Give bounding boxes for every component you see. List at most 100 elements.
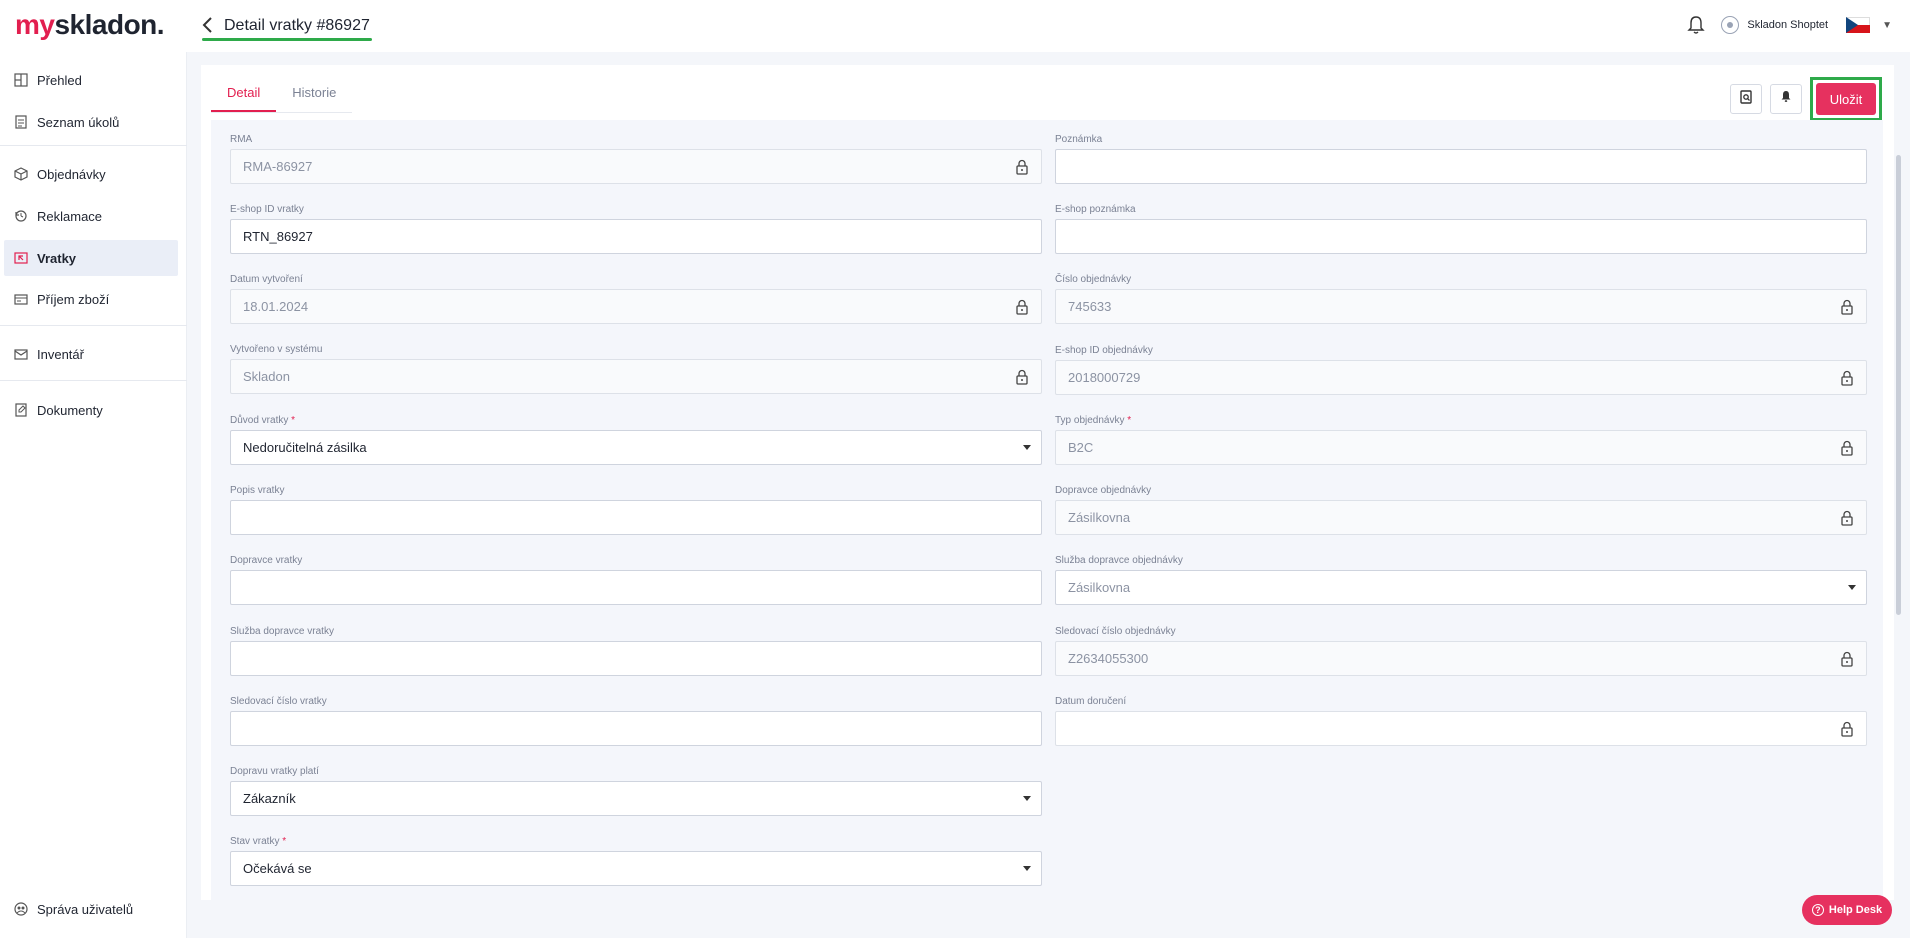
top-right-controls: Skladon Shoptet ▼	[1683, 12, 1892, 38]
datum-vytvoreni-input: 18.01.2024	[230, 289, 1042, 324]
sidebar-item-prijem-zbozi[interactable]: Příjem zboží	[4, 281, 178, 317]
back-arrow-icon[interactable]	[202, 15, 214, 37]
sidebar-item-dokumenty[interactable]: Dokumenty	[4, 392, 178, 428]
tab-detail[interactable]: Detail	[211, 77, 277, 112]
required-marker: *	[282, 836, 287, 847]
sidebar-item-vratky[interactable]: Vratky	[4, 240, 178, 276]
save-button[interactable]: Uložit	[1816, 83, 1876, 115]
sluzba-dopravce-vratky-input[interactable]	[230, 641, 1042, 676]
dropdown-arrow-icon	[1023, 866, 1031, 871]
user-name[interactable]: Skladon Shoptet	[1747, 19, 1828, 31]
page-header: Detail vratky #86927	[202, 12, 372, 41]
dashboard-icon	[14, 73, 28, 87]
eshop-id-vratky-input[interactable]: RTN_86927	[230, 219, 1042, 254]
notify-button[interactable]	[1770, 84, 1802, 114]
field-value: Zásilkovna	[1068, 510, 1131, 525]
sledovaci-cislo-vratky-input[interactable]	[230, 711, 1042, 746]
field-label: Stav vratky *	[230, 836, 1042, 848]
tabs: Detail Historie	[211, 77, 353, 113]
field-label-text: Typ objednávky	[1055, 415, 1125, 426]
field-value: B2C	[1068, 440, 1094, 455]
field-label: Poznámka	[1055, 134, 1103, 145]
preview-document-button[interactable]	[1730, 84, 1762, 114]
document-search-icon	[1739, 89, 1753, 109]
czech-flag-icon[interactable]	[1846, 17, 1871, 33]
field-value: Skladon	[243, 369, 290, 384]
lock-icon	[1840, 299, 1854, 315]
dropdown-arrow-icon	[1848, 585, 1856, 590]
field-value: 18.01.2024	[243, 299, 309, 314]
title-highlight	[202, 38, 372, 41]
return-icon	[14, 251, 28, 265]
field-label-text: Stav vratky	[230, 836, 280, 847]
stav-vratky-select[interactable]: Očekává se	[230, 851, 1042, 886]
field-label: Důvod vratky *	[230, 415, 1042, 427]
sidebar-item-label: Inventář	[37, 346, 84, 362]
sidebar-item-label: Příjem zboží	[37, 291, 110, 307]
field-value: Zákazník	[243, 791, 296, 806]
field-value: 2018000729	[1068, 370, 1141, 385]
lock-icon	[1840, 370, 1854, 386]
field-label: E-shop ID vratky	[230, 204, 304, 215]
field-label: Vytvořeno v systému	[230, 344, 323, 355]
popis-vratky-input[interactable]	[230, 500, 1042, 535]
datum-doruceni-input	[1055, 711, 1867, 746]
document-icon	[14, 403, 28, 417]
language-dropdown-icon[interactable]: ▼	[1882, 20, 1892, 31]
save-highlight: Uložit	[1810, 77, 1882, 121]
notification-bell-icon[interactable]	[1683, 12, 1709, 38]
field-duvod-vratky: Důvod vratky * Nedoručitelná zásilka	[230, 415, 1042, 465]
help-desk-button[interactable]: ? Help Desk	[1802, 895, 1892, 925]
logo-my: my	[15, 9, 55, 40]
return-form: RMA RMA-86927 E-shop ID vratky RTN_86927…	[211, 120, 1883, 900]
poznamka-input[interactable]	[1055, 149, 1867, 184]
sidebar: Přehled Seznam úkolů Objednávky Reklamac…	[0, 52, 187, 938]
field-label: Popis vratky	[230, 485, 285, 496]
field-label: Dopravce objednávky	[1055, 485, 1152, 496]
field-label: E-shop ID objednávky	[1055, 345, 1153, 356]
field-typ-objednavky: Typ objednávky * B2C	[1055, 415, 1867, 465]
sidebar-item-prehled[interactable]: Přehled	[4, 62, 178, 98]
sluzba-dopravce-objednavky-select[interactable]: Zásilkovna	[1055, 570, 1867, 605]
sidebar-item-inventar[interactable]: Inventář	[4, 336, 178, 372]
field-label: Dopravu vratky platí	[230, 766, 319, 777]
tab-historie[interactable]: Historie	[276, 77, 352, 112]
lock-icon	[1015, 159, 1029, 175]
required-marker: *	[291, 415, 296, 426]
sidebar-item-label: Správa uživatelů	[37, 901, 134, 917]
field-datum-vytvoreni: Datum vytvoření 18.01.2024	[230, 274, 1042, 324]
user-avatar-icon[interactable]	[1721, 16, 1740, 34]
logo[interactable]: myskladon.	[15, 9, 165, 41]
field-label: Služba dopravce vratky	[230, 626, 334, 637]
field-dopravce-vratky: Dopravce vratky	[230, 555, 1042, 605]
field-rma: RMA RMA-86927	[230, 134, 1042, 184]
sidebar-item-objednavky[interactable]: Objednávky	[4, 156, 178, 192]
sidebar-item-seznam-ukolu[interactable]: Seznam úkolů	[4, 104, 178, 140]
action-bar: Uložit	[1730, 77, 1882, 121]
field-label: E-shop poznámka	[1055, 204, 1136, 215]
eshop-poznamka-input[interactable]	[1055, 219, 1867, 254]
sidebar-divider	[0, 145, 187, 146]
sidebar-item-label: Seznam úkolů	[37, 114, 120, 130]
dopravce-vratky-input[interactable]	[230, 570, 1042, 605]
field-sluzba-dopravce-vratky: Služba dopravce vratky	[230, 626, 1042, 676]
field-label: Datum doručení	[1055, 696, 1127, 707]
lock-icon	[1840, 440, 1854, 456]
dopravu-vratky-plati-select[interactable]: Zákazník	[230, 781, 1042, 816]
eshop-id-objednavky-input: 2018000729	[1055, 360, 1867, 395]
field-sluzba-dopravce-objednavky: Služba dopravce objednávky Zásilkovna	[1055, 555, 1867, 605]
duvod-vratky-select[interactable]: Nedoručitelná zásilka	[230, 430, 1042, 465]
field-popis-vratky: Popis vratky	[230, 485, 1042, 535]
cislo-objednavky-input: 745633	[1055, 289, 1867, 324]
users-icon	[14, 902, 28, 916]
field-sledovaci-cislo-objednavky: Sledovací číslo objednávky Z2634055300	[1055, 626, 1867, 676]
dropdown-arrow-icon	[1023, 445, 1031, 450]
typ-objednavky-input: B2C	[1055, 430, 1867, 465]
field-poznamka: Poznámka	[1055, 134, 1867, 184]
lock-icon	[1840, 651, 1854, 667]
field-value: RTN_86927	[243, 229, 313, 244]
page-scrollbar[interactable]	[1896, 155, 1901, 615]
top-bar: myskladon. Detail vratky #86927 Skladon …	[0, 0, 1910, 52]
sidebar-item-sprava-uzivatelu[interactable]: Správa uživatelů	[4, 891, 178, 927]
sidebar-item-reklamace[interactable]: Reklamace	[4, 198, 178, 234]
